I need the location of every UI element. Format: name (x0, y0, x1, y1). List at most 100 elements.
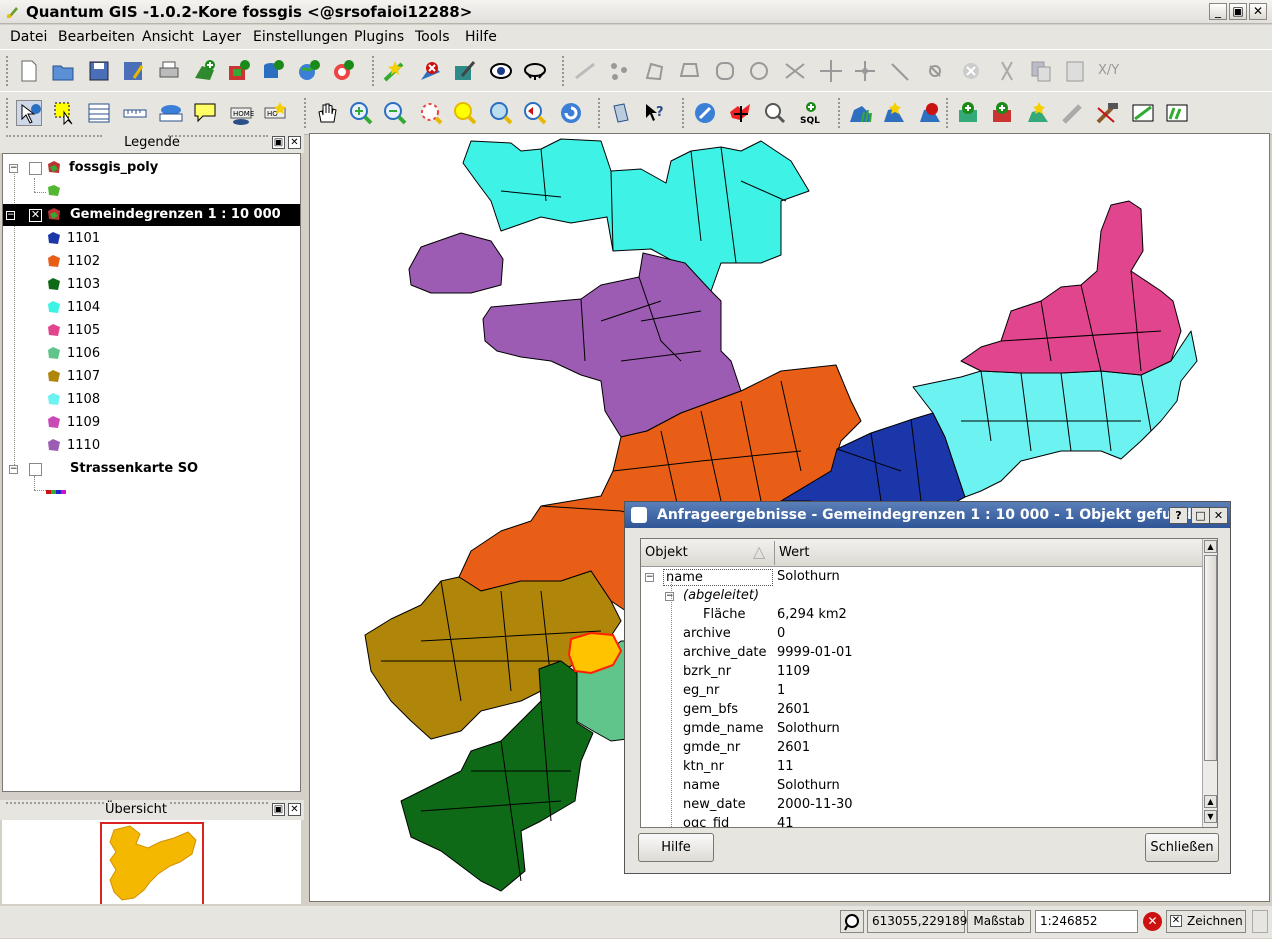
select-icon[interactable] (52, 100, 78, 126)
render-checkbox[interactable]: ✕ (1170, 915, 1182, 927)
add-wfs-icon[interactable] (330, 58, 356, 84)
spatial-query-icon[interactable] (762, 100, 788, 126)
results-tree[interactable]: Objekt △ Wert − name Solothurn − (abgeleitet… (640, 538, 1218, 828)
grass-region-icon[interactable] (1026, 100, 1052, 126)
legend-layer-strassenkarte[interactable]: − Strassenkarte SO (3, 458, 300, 480)
overview-map[interactable] (2, 820, 301, 904)
help-icon[interactable] (608, 100, 634, 126)
col-value-header[interactable]: Wert (779, 545, 810, 560)
menu-plugins[interactable]: Plugins (354, 29, 404, 45)
collapse-icon[interactable]: − (6, 211, 15, 220)
collapse-icon[interactable]: − (9, 164, 18, 173)
result-row[interactable]: gmde_nr 2601 (641, 739, 1202, 758)
refresh-icon[interactable] (558, 100, 584, 126)
toolbar-grip[interactable] (6, 56, 10, 86)
result-row[interactable]: gmde_name Solothurn (641, 720, 1202, 739)
legend-class-row[interactable]: 1102 (3, 251, 300, 273)
gps-icon[interactable] (692, 100, 718, 126)
sql-icon[interactable]: SQL (798, 100, 824, 126)
zoom-full-icon[interactable] (418, 100, 444, 126)
measure-area-icon[interactable] (158, 100, 184, 126)
pan-icon[interactable] (314, 100, 340, 126)
result-row[interactable]: gem_bfs 2601 (641, 701, 1202, 720)
collapse-icon[interactable]: − (9, 465, 18, 474)
grass-close-icon[interactable] (918, 100, 944, 126)
home-icon[interactable]: HOME (228, 100, 254, 126)
layer-visibility-checkbox[interactable] (29, 463, 42, 476)
new-project-icon[interactable] (16, 58, 42, 84)
grass-view-icon[interactable] (1130, 100, 1156, 126)
maximize-button[interactable]: ▣ (1229, 3, 1247, 20)
grass-new-icon[interactable] (882, 100, 908, 126)
save-icon[interactable] (86, 58, 112, 84)
render-toggle-icon[interactable] (840, 910, 864, 933)
scroll-up-arrow[interactable]: ▲ (1204, 540, 1217, 553)
menu-hilfe[interactable]: Hilfe (465, 29, 497, 45)
status-extra-icon[interactable] (1252, 910, 1268, 933)
legend-class-row[interactable]: 1104 (3, 297, 300, 319)
result-row[interactable]: ogc_fid 41 (641, 815, 1202, 827)
scroll-down-arrow[interactable]: ▼ (1204, 810, 1217, 823)
result-row[interactable]: − (abgeleitet) (641, 587, 1202, 606)
legend-panel[interactable]: − fossgis_poly − ✕ Gemeindegrenzen 1 : 1… (2, 153, 301, 792)
toolbar-grip[interactable] (682, 98, 686, 128)
results-scrollbar[interactable]: ▲ ▲ ▼ (1202, 539, 1217, 827)
result-row[interactable]: ktn_nr 11 (641, 758, 1202, 777)
hide-all-icon[interactable] (522, 58, 548, 84)
add-raster-icon[interactable] (226, 58, 252, 84)
dialog-titlebar[interactable]: Anfrageergebnisse - Gemeindegrenzen 1 : … (625, 502, 1230, 528)
scroll-thumb[interactable] (1204, 555, 1217, 761)
menu-datei[interactable]: Datei (10, 29, 47, 45)
toolbar-grip[interactable] (562, 56, 566, 86)
grass-add-icon[interactable] (956, 100, 982, 126)
result-row[interactable]: − name Solothurn (641, 568, 1202, 587)
identify-icon[interactable] (16, 100, 42, 126)
add-wms-icon[interactable] (296, 58, 322, 84)
toolbar-grip[interactable] (598, 98, 602, 128)
zoom-out-icon[interactable] (382, 100, 408, 126)
legend-class-row[interactable]: 1108 (3, 389, 300, 411)
new-vector-layer-icon[interactable] (192, 58, 218, 84)
print-icon[interactable] (156, 58, 182, 84)
grass-edit-icon[interactable] (990, 100, 1016, 126)
toolbar-grip[interactable] (838, 98, 842, 128)
menu-ansicht[interactable]: Ansicht (142, 29, 194, 45)
collapse-icon[interactable]: − (645, 573, 654, 582)
legend-class-row[interactable]: 1101 (3, 228, 300, 250)
dock-close-button[interactable]: ✕ (288, 803, 301, 816)
dock-close-button[interactable]: ✕ (288, 136, 301, 149)
result-row[interactable]: eg_nr 1 (641, 682, 1202, 701)
map-tips-icon[interactable] (192, 100, 218, 126)
scroll-up-arrow-lower[interactable]: ▲ (1204, 795, 1217, 808)
legend-class-row[interactable]: 1109 (3, 412, 300, 434)
result-row[interactable]: archive_date 9999-01-01 (641, 644, 1202, 663)
zoom-last-icon[interactable] (522, 100, 548, 126)
render-checkbox-label[interactable]: ✕ Zeichnen (1166, 910, 1246, 933)
collapse-icon[interactable]: − (665, 592, 674, 601)
layer-visibility-checkbox[interactable] (29, 162, 42, 175)
legend-class-row[interactable]: 1105 (3, 320, 300, 342)
sort-ascending-icon[interactable]: △ (753, 542, 765, 561)
result-row[interactable]: Fläche 6,294 km2 (641, 606, 1202, 625)
toggle-editing-icon[interactable] (452, 58, 478, 84)
legend-class-row[interactable]: 1107 (3, 366, 300, 388)
open-project-icon[interactable] (50, 58, 76, 84)
save-as-icon[interactable] (120, 58, 146, 84)
remove-layer-icon[interactable] (418, 58, 444, 84)
result-row[interactable]: new_date 2000-11-30 (641, 796, 1202, 815)
grass-shell-icon[interactable] (1094, 100, 1120, 126)
menu-layer[interactable]: Layer (202, 29, 241, 45)
scale-input[interactable]: 1:246852 (1035, 910, 1138, 933)
dialog-help-icon[interactable]: ? (1169, 507, 1188, 524)
home-bookmark-icon[interactable]: HO (262, 100, 288, 126)
georeferencer-icon[interactable] (728, 100, 754, 126)
minimize-button[interactable]: _ (1209, 3, 1227, 20)
zoom-layer-icon[interactable] (488, 100, 514, 126)
dialog-close-icon[interactable]: ✕ (1209, 507, 1228, 524)
zoom-in-icon[interactable] (348, 100, 374, 126)
dock-float-button[interactable]: ▣ (272, 136, 285, 149)
help-button[interactable]: Hilfe (638, 833, 714, 862)
stop-render-icon[interactable]: ✕ (1143, 912, 1162, 931)
zoom-selection-icon[interactable] (452, 100, 478, 126)
menu-einstellungen[interactable]: Einstellungen (253, 29, 348, 45)
